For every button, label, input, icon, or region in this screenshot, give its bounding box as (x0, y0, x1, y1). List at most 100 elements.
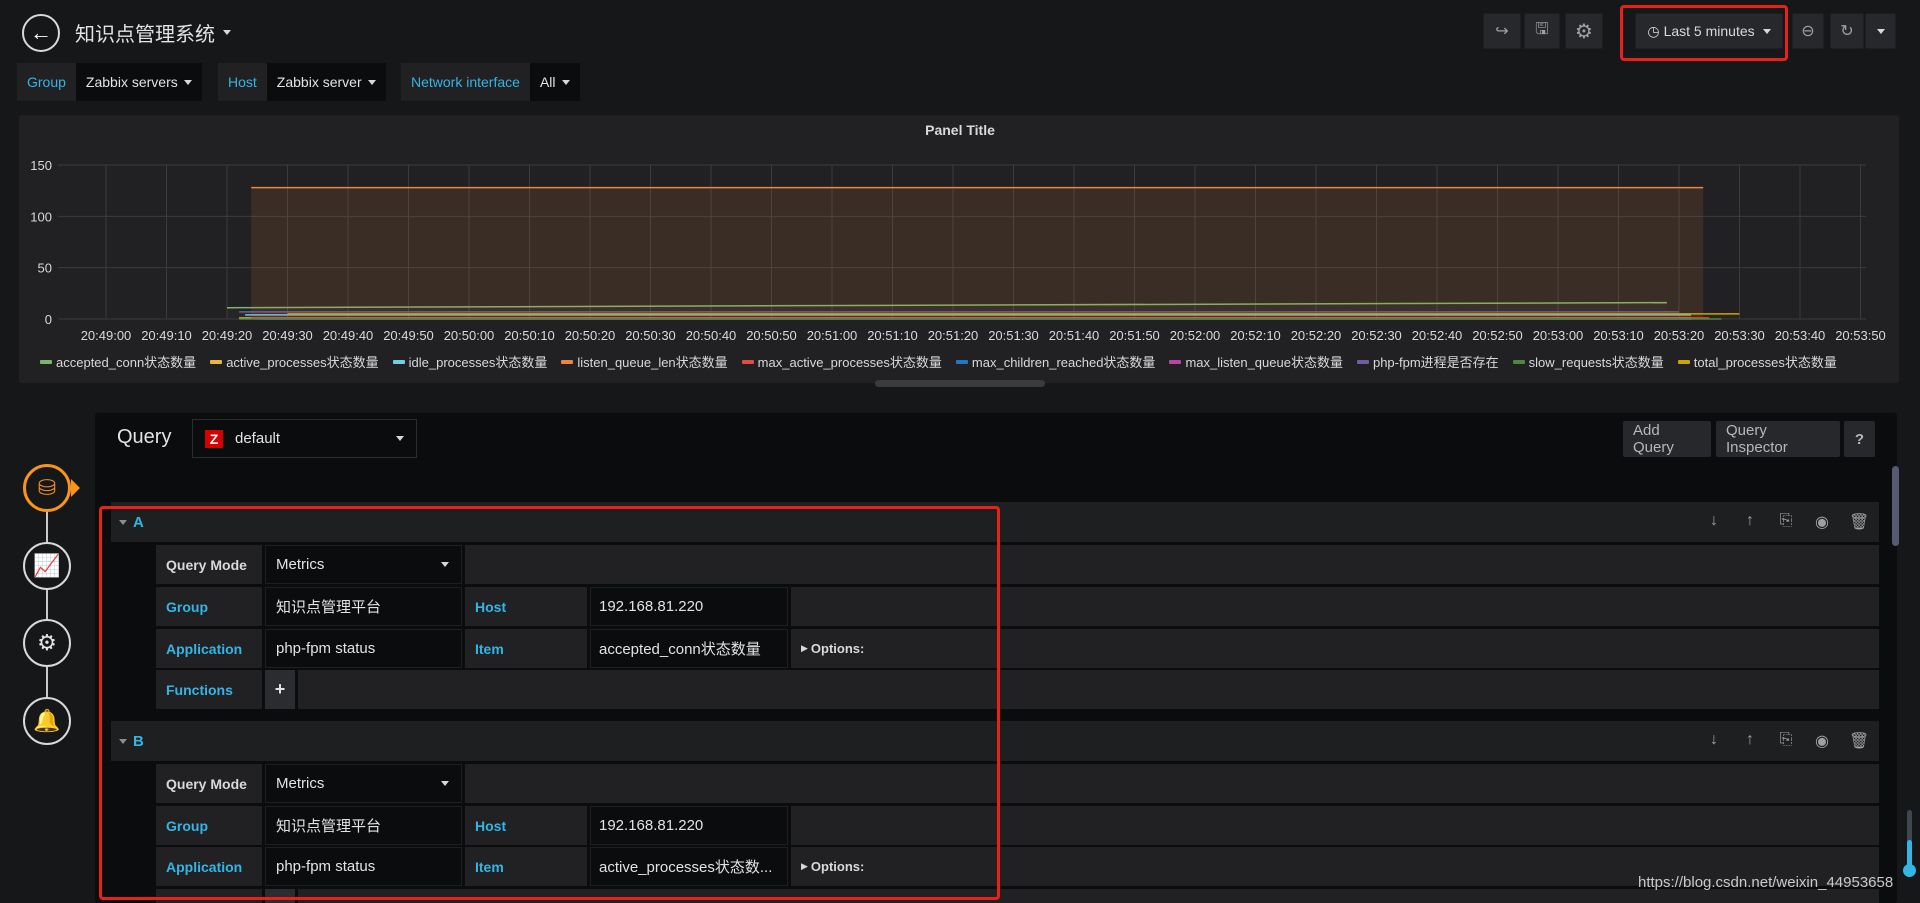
group-host-row: Group 知识点管理平台 Host 192.168.81.220 (156, 806, 1879, 845)
legend-item[interactable]: idle_processes状态数量 (392, 352, 547, 371)
query-row-header-b[interactable]: B ↓ ↑ ⎘ ◉ 🗑 (111, 721, 1879, 761)
legend-label: max_listen_queue状态数量 (1185, 355, 1343, 370)
x-tick-label: 20:51:30 (988, 328, 1039, 343)
query-inspector-button[interactable]: Query Inspector (1716, 421, 1840, 457)
query-row-header-a[interactable]: A ↓ ↑ ⎘ ◉ 🗑 (111, 502, 1879, 542)
query-mode-select[interactable]: Metrics (265, 545, 462, 584)
rail-alert-button[interactable]: 🔔 (23, 697, 71, 745)
add-function-button[interactable] (265, 889, 295, 903)
legend-label: slow_requests状态数量 (1528, 355, 1664, 370)
legend-item[interactable]: active_processes状态数量 (210, 352, 379, 371)
rail-general-button[interactable]: ⚙ (23, 619, 71, 667)
x-tick-label: 20:50:40 (686, 328, 737, 343)
legend-swatch (1677, 359, 1690, 364)
y-tick-label: 50 (38, 261, 52, 276)
move-down-icon[interactable]: ↓ (1705, 512, 1723, 532)
eye-icon[interactable]: ◉ (1813, 731, 1831, 751)
x-tick-label: 20:53:30 (1714, 328, 1765, 343)
x-tick-label: 20:52:00 (1170, 328, 1221, 343)
cog-wrench-icon: ⚙ (37, 630, 57, 655)
legend-swatch (1512, 359, 1525, 364)
legend-label: php-fpm进程是否存在 (1372, 355, 1499, 370)
trash-icon[interactable]: 🗑 (1849, 512, 1869, 532)
item-label: Item (465, 629, 587, 668)
query-mode-select[interactable]: Metrics (265, 764, 462, 803)
application-input[interactable]: php-fpm status (265, 629, 462, 668)
legend-swatch (40, 359, 52, 364)
row-filler (791, 806, 1879, 845)
query-editor-scrollbar[interactable] (1892, 466, 1899, 546)
zoom-slider-handle[interactable] (1903, 864, 1916, 877)
legend-label: listen_queue_len状态数量 (577, 355, 728, 370)
rail-queries-button[interactable]: ⛁ (23, 464, 71, 512)
add-query-button[interactable]: Add Query (1623, 421, 1711, 457)
collapse-caret-icon[interactable] (119, 738, 127, 744)
application-label: Application (156, 629, 262, 668)
move-up-icon[interactable]: ↑ (1741, 512, 1759, 532)
legend-swatch (1356, 359, 1369, 364)
item-input[interactable]: active_processes状态数... (590, 847, 788, 886)
item-input[interactable]: accepted_conn状态数量 (590, 629, 788, 668)
x-tick-label: 20:52:30 (1351, 328, 1402, 343)
group-host-row: Group 知识点管理平台 Host 192.168.81.220 (156, 587, 1879, 626)
caret-right-icon: ▶ (801, 643, 808, 653)
host-input[interactable]: 192.168.81.220 (590, 587, 788, 626)
legend-swatch (741, 359, 754, 364)
group-input[interactable]: 知识点管理平台 (265, 806, 462, 845)
duplicate-icon[interactable]: ⎘ (1777, 731, 1795, 751)
application-input[interactable]: php-fpm status (265, 847, 462, 886)
series-area (251, 187, 1704, 319)
legend-item[interactable]: max_listen_queue状态数量 (1169, 352, 1343, 371)
legend-label: active_processes状态数量 (226, 355, 379, 370)
x-tick-label: 20:51:20 (928, 328, 979, 343)
query-mode-row: Query Mode Metrics (156, 764, 1879, 803)
legend-item[interactable]: accepted_conn状态数量 (40, 352, 196, 371)
x-tick-label: 20:50:10 (504, 328, 555, 343)
x-tick-label: 20:53:40 (1775, 328, 1826, 343)
row-filler (298, 670, 1879, 709)
datasource-picker[interactable]: Z default (192, 419, 417, 458)
duplicate-icon[interactable]: ⎘ (1777, 512, 1795, 532)
move-down-icon[interactable]: ↓ (1705, 731, 1723, 751)
query-mode-value: Metrics (276, 556, 325, 573)
legend-item[interactable]: total_processes状态数量 (1677, 352, 1837, 371)
x-tick-label: 20:51:50 (1109, 328, 1160, 343)
watermark: https://blog.csdn.net/weixin_44953658 (1638, 874, 1894, 891)
x-tick-label: 20:53:50 (1835, 328, 1886, 343)
rail-visualization-button[interactable]: 📈 (23, 542, 71, 590)
y-tick-label: 150 (30, 158, 52, 173)
x-tick-label: 20:50:20 (565, 328, 616, 343)
x-tick-label: 20:51:00 (807, 328, 858, 343)
x-tick-label: 20:52:10 (1230, 328, 1281, 343)
legend-swatch (210, 359, 223, 364)
chevron-down-icon (441, 781, 449, 786)
panel-resize-handle[interactable] (875, 380, 1045, 387)
database-icon: ⛁ (37, 475, 57, 500)
legend-label: max_active_processes状态数量 (757, 355, 942, 370)
help-button[interactable]: ? (1844, 421, 1875, 457)
add-function-button[interactable]: + (265, 670, 295, 709)
graph-legend: accepted_conn状态数量 active_processes状态数量 idl… (40, 352, 1837, 371)
move-up-icon[interactable]: ↑ (1741, 731, 1759, 751)
zabbix-logo-icon: Z (205, 429, 223, 448)
row-filler (465, 545, 1879, 584)
host-input[interactable]: 192.168.81.220 (590, 806, 788, 845)
trash-icon[interactable]: 🗑 (1849, 731, 1869, 751)
item-label: Item (465, 847, 587, 886)
eye-icon[interactable]: ◉ (1813, 512, 1831, 532)
group-input[interactable]: 知识点管理平台 (265, 587, 462, 626)
legend-item[interactable]: max_children_reached状态数量 (955, 352, 1155, 371)
area-chart-icon: 📈 (33, 553, 61, 578)
legend-item[interactable]: listen_queue_len状态数量 (561, 352, 728, 371)
collapse-caret-icon[interactable] (119, 519, 127, 525)
x-tick-label: 20:51:40 (1049, 328, 1100, 343)
query-actions: ↓ ↑ ⎘ ◉ 🗑 (1705, 512, 1879, 532)
legend-item[interactable]: slow_requests状态数量 (1512, 352, 1664, 371)
x-tick-label: 20:53:10 (1593, 328, 1644, 343)
group-label: Group (156, 587, 262, 626)
options-toggle[interactable]: ▶ Options: (791, 629, 1879, 668)
query-mode-row: Query Mode Metrics (156, 545, 1879, 584)
row-filler (465, 764, 1879, 803)
legend-item[interactable]: max_active_processes状态数量 (741, 352, 942, 371)
legend-item[interactable]: php-fpm进程是否存在 (1356, 352, 1499, 371)
